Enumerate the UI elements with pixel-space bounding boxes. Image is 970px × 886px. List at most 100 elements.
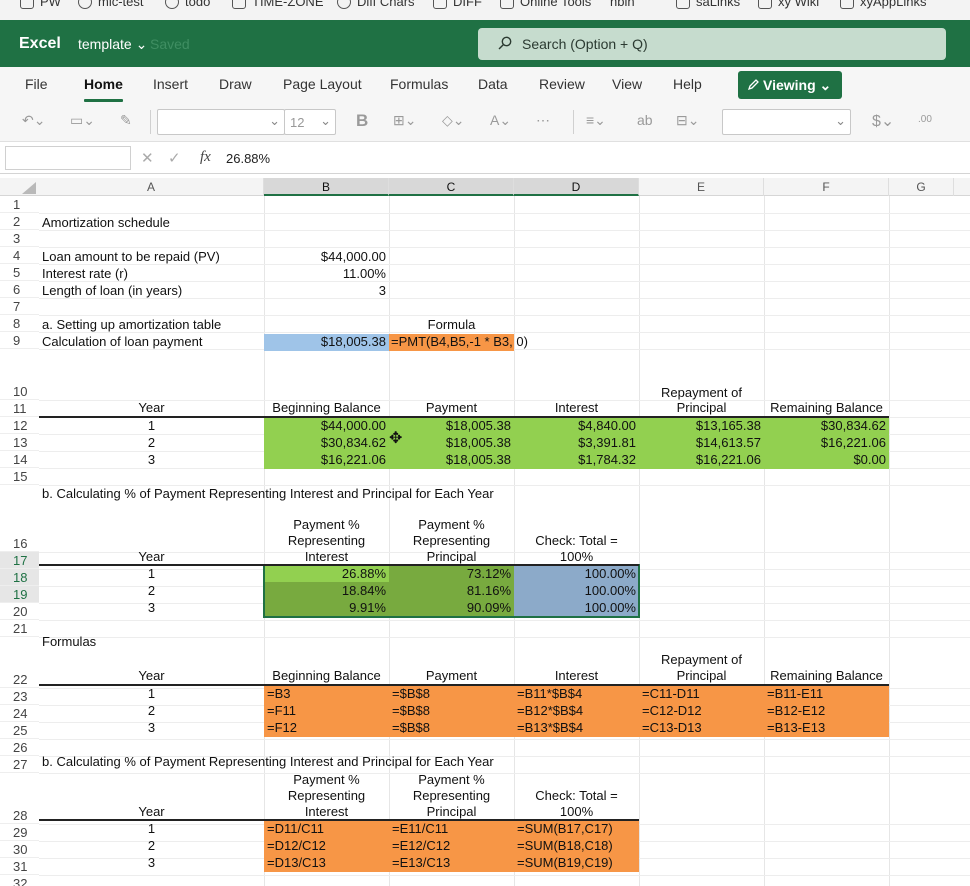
cell-b16: Interest bbox=[304, 549, 349, 564]
cell-d19[interactable]: 100.00% bbox=[514, 599, 636, 616]
row-header[interactable]: 29 bbox=[0, 824, 39, 841]
row-header[interactable]: 25 bbox=[0, 722, 39, 739]
bookmark-mic-test[interactable]: mic-test bbox=[78, 0, 144, 9]
row-header[interactable]: 2 bbox=[0, 213, 39, 230]
cell-d18[interactable]: 100.00% bbox=[514, 582, 636, 599]
align-icon[interactable]: ≡⌄ bbox=[586, 112, 606, 129]
merge-icon[interactable]: ⊟⌄ bbox=[676, 112, 699, 129]
tab-review[interactable]: Review bbox=[539, 76, 585, 92]
bookmark-diff-chars[interactable]: Diff Chars bbox=[337, 0, 415, 9]
row-header[interactable]: 13 bbox=[0, 434, 39, 451]
name-box[interactable] bbox=[5, 146, 131, 170]
row-header[interactable]: 32 bbox=[0, 875, 39, 886]
row-header[interactable]: 22 bbox=[0, 637, 39, 688]
tab-view[interactable]: View bbox=[612, 76, 642, 92]
row-header[interactable]: 21 bbox=[0, 620, 39, 637]
more-icon[interactable]: ⋯ bbox=[536, 112, 550, 129]
bold-button[interactable]: B bbox=[356, 111, 368, 131]
row-header[interactable]: 8 bbox=[0, 315, 39, 332]
tab-help[interactable]: Help bbox=[673, 76, 702, 92]
row-header[interactable]: 6 bbox=[0, 281, 39, 298]
font-color-icon[interactable]: A⌄ bbox=[490, 112, 511, 129]
column-header-g[interactable]: G bbox=[889, 178, 954, 196]
cell-b19[interactable]: 9.91% bbox=[264, 599, 386, 616]
function-icon[interactable]: fx bbox=[200, 149, 211, 166]
row-header[interactable]: 9 bbox=[0, 332, 39, 349]
row-header[interactable]: 28 bbox=[0, 773, 39, 824]
cell-b16-mid: Representing bbox=[287, 533, 366, 548]
column-header-a[interactable]: A bbox=[39, 178, 264, 196]
tab-insert[interactable]: Insert bbox=[153, 76, 188, 92]
currency-icon[interactable]: $⌄ bbox=[872, 111, 894, 131]
bookmark-xy-wiki[interactable]: xy Wiki bbox=[758, 0, 819, 9]
font-name-select[interactable]: ⌄ bbox=[157, 109, 285, 135]
format-painter-icon[interactable]: ✎ bbox=[120, 112, 132, 129]
column-header-f[interactable]: F bbox=[764, 178, 889, 196]
column-header-d[interactable]: D bbox=[514, 178, 639, 196]
undo-icon[interactable]: ↶⌄ bbox=[22, 112, 45, 129]
cell-c17[interactable]: 73.12% bbox=[389, 565, 511, 582]
cell-d17[interactable]: 100.00% bbox=[514, 565, 636, 582]
bookmark-xyapplinks[interactable]: xyAppLinks bbox=[840, 0, 926, 9]
bookmark-online-tools[interactable]: Online Tools bbox=[500, 0, 591, 9]
row-header[interactable]: 23 bbox=[0, 688, 39, 705]
formula-input[interactable]: 26.88% bbox=[226, 151, 270, 166]
row-header[interactable]: 26 bbox=[0, 739, 39, 756]
row-header[interactable]: 3 bbox=[0, 230, 39, 247]
row-header[interactable]: 12 bbox=[0, 417, 39, 434]
cell-c28: Principal bbox=[426, 804, 477, 819]
sheet-cells[interactable]: Amortization schedule Loan amount to be … bbox=[39, 196, 970, 886]
bookmark-hbin[interactable]: hbin bbox=[610, 0, 635, 9]
row-header[interactable]: 30 bbox=[0, 841, 39, 858]
tab-data[interactable]: Data bbox=[478, 76, 508, 92]
document-name[interactable]: template ⌄ bbox=[78, 36, 147, 53]
row-header[interactable]: 1 bbox=[0, 196, 39, 213]
bookmark-diff[interactable]: DIFF bbox=[433, 0, 482, 9]
cancel-icon[interactable]: ✕ bbox=[141, 149, 154, 167]
row-header[interactable]: 31 bbox=[0, 858, 39, 875]
row-header[interactable]: 5 bbox=[0, 264, 39, 281]
cell-b18[interactable]: 18.84% bbox=[264, 582, 386, 599]
paste-icon[interactable]: ▭⌄ bbox=[70, 112, 95, 129]
tab-draw[interactable]: Draw bbox=[219, 76, 252, 92]
row-header[interactable]: 17 bbox=[0, 552, 39, 569]
font-size-select[interactable]: 12 ⌄ bbox=[284, 109, 336, 135]
tab-home[interactable]: Home bbox=[84, 76, 123, 102]
row-header[interactable]: 18 bbox=[0, 569, 39, 586]
confirm-icon[interactable]: ✓ bbox=[168, 149, 181, 167]
cell-d31: =SUM(B19,C19) bbox=[517, 855, 613, 870]
cell-b17[interactable]: 26.88% bbox=[264, 565, 386, 582]
column-header-e[interactable]: E bbox=[639, 178, 764, 196]
row-header[interactable]: 16 bbox=[0, 485, 39, 552]
row-header[interactable]: 20 bbox=[0, 603, 39, 620]
search-input[interactable]: Search (Option + Q) bbox=[478, 28, 946, 60]
row-header[interactable]: 10 bbox=[0, 349, 39, 400]
column-header-c[interactable]: C bbox=[389, 178, 514, 196]
fill-color-icon[interactable]: ◇⌄ bbox=[442, 112, 465, 129]
column-header-b[interactable]: B bbox=[264, 178, 389, 196]
select-all-corner[interactable] bbox=[0, 178, 39, 196]
borders-icon[interactable]: ⊞⌄ bbox=[393, 112, 416, 129]
decimal-icon[interactable]: .00 bbox=[918, 114, 932, 125]
row-header[interactable]: 19 bbox=[0, 586, 39, 603]
cell-b31: =D13/C13 bbox=[267, 855, 326, 870]
wrap-text-icon[interactable]: ab bbox=[637, 112, 653, 128]
tab-formulas[interactable]: Formulas bbox=[390, 76, 448, 92]
cell-c18[interactable]: 81.16% bbox=[389, 582, 511, 599]
bookmark-todo[interactable]: todo bbox=[165, 0, 210, 9]
bookmark-time-zone[interactable]: TIME-ZONE bbox=[232, 0, 324, 9]
bookmark-pw[interactable]: PW bbox=[20, 0, 61, 9]
tab-file[interactable]: File bbox=[25, 76, 48, 92]
row-header[interactable]: 4 bbox=[0, 247, 39, 264]
row-header[interactable]: 14 bbox=[0, 451, 39, 468]
row-header[interactable]: 24 bbox=[0, 705, 39, 722]
row-header[interactable]: 7 bbox=[0, 298, 39, 315]
viewing-mode-button[interactable]: Viewing ⌄ bbox=[738, 71, 842, 99]
tab-page-layout[interactable]: Page Layout bbox=[283, 76, 362, 92]
cell-c19[interactable]: 90.09% bbox=[389, 599, 511, 616]
row-header[interactable]: 11 bbox=[0, 400, 39, 417]
number-format-select[interactable]: ⌄ bbox=[722, 109, 851, 135]
bookmark-salinks[interactable]: saLinks bbox=[676, 0, 740, 9]
row-header[interactable]: 15 bbox=[0, 468, 39, 485]
row-header[interactable]: 27 bbox=[0, 756, 39, 773]
